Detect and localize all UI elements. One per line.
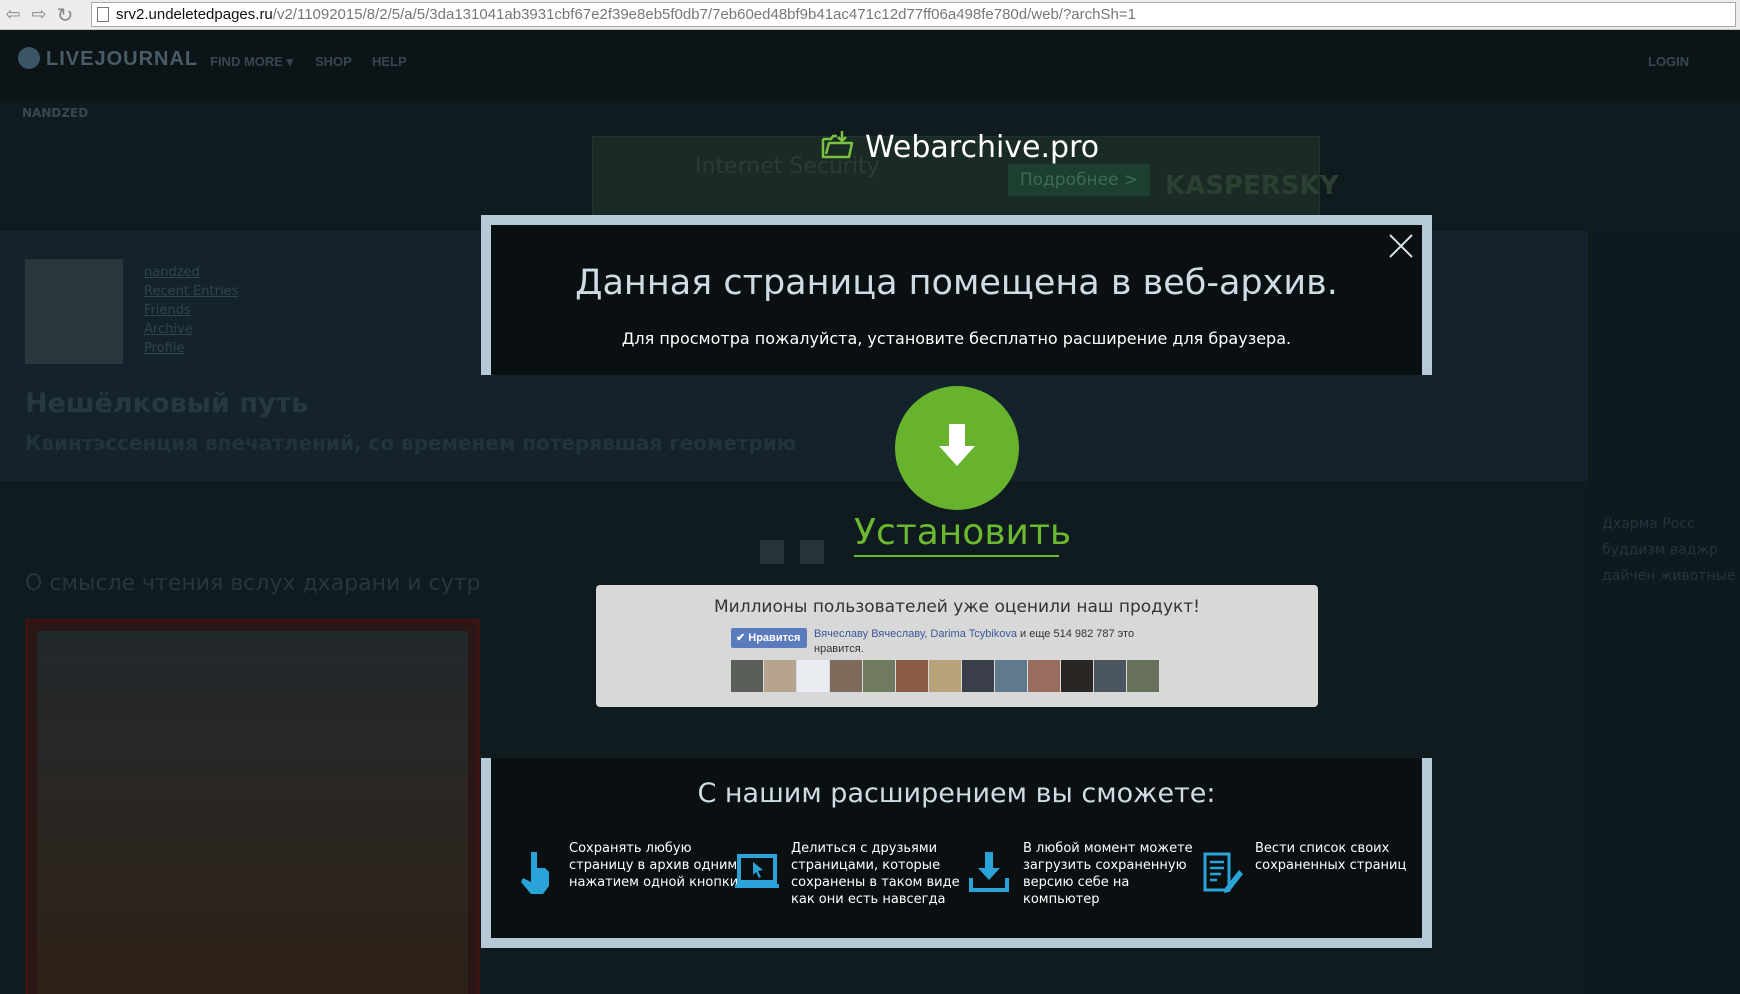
avatar[interactable]: [929, 660, 961, 692]
journal-username[interactable]: NANDZED: [22, 106, 88, 120]
social-title: Миллионы пользователей уже оценили наш п…: [713, 597, 1200, 617]
install-button[interactable]: [895, 386, 1019, 510]
url-text: srv2.undeletedpages.ru/v2/11092015/8/2/5…: [116, 6, 1136, 23]
nav-shop[interactable]: SHOP: [315, 54, 352, 69]
avatar[interactable]: [995, 660, 1027, 692]
avatar[interactable]: [962, 660, 994, 692]
prev-page-icon[interactable]: [760, 540, 784, 564]
feature-text: Сохранять любую страницу в архив одним н…: [569, 841, 739, 890]
nav-help[interactable]: HELP: [372, 54, 407, 69]
avatar[interactable]: [764, 660, 796, 692]
avatar[interactable]: [731, 660, 763, 692]
archive-modal-header: Данная страница помещена в веб-архив. Дл…: [481, 215, 1432, 375]
avatar[interactable]: [863, 660, 895, 692]
download-arrow-icon: [939, 424, 975, 466]
avatar[interactable]: [1061, 660, 1093, 692]
back-arrow-icon[interactable]: ⇦: [2, 4, 24, 26]
avatar[interactable]: [1028, 660, 1060, 692]
blog-subtitle: Квинтэссенция впечатлений, со временем п…: [25, 431, 797, 455]
link-username[interactable]: nandzed: [144, 263, 238, 282]
avatar[interactable]: [830, 660, 862, 692]
folder-download-icon: [821, 130, 855, 159]
ad-button[interactable]: Подробнее >: [1008, 164, 1150, 196]
post-title[interactable]: О смысле чтения вслух дхарани и сутр: [25, 571, 481, 596]
feature-text: Делиться с друзьями страницами, которые …: [791, 841, 960, 907]
ad-brand: KASPERSKY: [1165, 171, 1339, 201]
modal-subtitle: Для просмотра пожалуйста, установите бес…: [621, 329, 1292, 348]
like-count-text: Вячеславу Вячеславу, Darima Tcybikova и …: [814, 628, 1135, 655]
avatar[interactable]: [797, 660, 829, 692]
address-bar[interactable]: srv2.undeletedpages.ru/v2/11092015/8/2/5…: [91, 2, 1736, 27]
lj-logo[interactable]: LIVEJOURNAL: [18, 47, 198, 71]
document-list-icon: [1197, 848, 1245, 896]
link-profile[interactable]: Profile: [144, 339, 238, 358]
link-recent[interactable]: Recent Entries: [144, 282, 238, 301]
modal-title: Данная страница помещена в веб-архив.: [575, 263, 1338, 303]
feature-text: Вести список своих сохраненных страниц: [1255, 841, 1407, 873]
tag-item[interactable]: дайчен животные: [1602, 563, 1735, 589]
userpic: [25, 259, 123, 364]
lj-logo-icon: [18, 47, 40, 69]
journal-links: nandzed Recent Entries Friends Archive P…: [144, 263, 238, 358]
post-image: [25, 619, 480, 994]
link-friends[interactable]: Friends: [144, 301, 238, 320]
friend-avatars: [731, 660, 1159, 692]
webarchive-brand: Webarchive.pro: [821, 130, 1099, 165]
link-archive[interactable]: Archive: [144, 320, 238, 339]
hand-pointer-icon: [511, 848, 559, 896]
add-entry-icon[interactable]: [800, 540, 824, 564]
laptop-cursor-icon: [733, 848, 781, 896]
tag-cloud: Дхарма Росс буддизм ваджр дайчен животны…: [1602, 511, 1735, 589]
features-title: С нашим расширением вы сможете:: [697, 778, 1216, 809]
liked-names[interactable]: Вячеславу Вячеславу, Darima Tcybikova: [814, 628, 1017, 640]
avatar[interactable]: [896, 660, 928, 692]
download-arrow-icon: [965, 848, 1013, 896]
right-sidebar: [1588, 231, 1740, 994]
avatar[interactable]: [1127, 660, 1159, 692]
close-icon[interactable]: [1388, 233, 1414, 259]
feature-text: В любой момент можете загрузить сохранен…: [1023, 841, 1193, 907]
reload-icon[interactable]: ↻: [54, 4, 76, 26]
tag-item[interactable]: буддизм ваджр: [1602, 537, 1735, 563]
features-panel: С нашим расширением вы сможете: Сохранят…: [481, 758, 1432, 948]
install-link[interactable]: Установить: [854, 512, 1071, 557]
tag-item[interactable]: Дхарма Росс: [1602, 511, 1735, 537]
browser-toolbar: ⇦ ⇨ ↻ srv2.undeletedpages.ru/v2/11092015…: [0, 0, 1740, 30]
login-link[interactable]: LOGIN: [1648, 54, 1689, 69]
nav-find-more[interactable]: FIND MORE ▾: [210, 54, 293, 70]
like-button[interactable]: ✔ Нравится: [731, 628, 807, 648]
forward-arrow-icon[interactable]: ⇨: [28, 4, 50, 26]
avatar[interactable]: [1094, 660, 1126, 692]
page-icon: [97, 7, 109, 22]
social-proof-box: Миллионы пользователей уже оценили наш п…: [596, 585, 1318, 707]
lj-header: LIVEJOURNAL FIND MORE ▾ SHOP HELP LOGIN: [0, 31, 1740, 101]
blog-title: Нешёлковый путь: [25, 388, 309, 419]
